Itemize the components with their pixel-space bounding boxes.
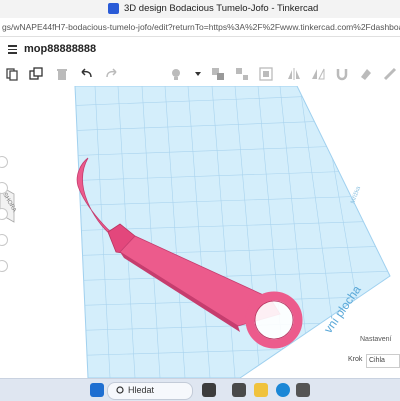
- file-explorer-icon[interactable]: [254, 383, 268, 397]
- redo-icon[interactable]: [104, 66, 120, 82]
- ruler-icon[interactable]: [382, 66, 398, 82]
- address-bar[interactable]: gs/wNAPE44fH7-bodacious-tumelo-jofo/edit…: [0, 18, 400, 37]
- browser-titlebar: 3D design Bodacious Tumelo-Jofo - Tinker…: [0, 0, 400, 18]
- ungroup-icon[interactable]: [234, 66, 250, 82]
- tinkercad-tab-icon: [108, 3, 119, 14]
- align-icon[interactable]: [258, 66, 274, 82]
- task-view-icon[interactable]: [202, 383, 216, 397]
- app-header: mop88888888: [0, 37, 400, 63]
- duplicate-icon[interactable]: [28, 66, 44, 82]
- delete-icon[interactable]: [54, 66, 70, 82]
- light-bulb-icon[interactable]: [168, 66, 184, 82]
- store-icon[interactable]: [296, 383, 310, 397]
- snap-grid-control: Krok Cihla: [320, 354, 400, 368]
- snap-grid-label: Krok: [348, 356, 363, 363]
- snap-grid-value: Cihla: [369, 357, 385, 364]
- toolbar: [0, 62, 400, 87]
- mirror-icon[interactable]: [310, 66, 326, 82]
- copy-icon[interactable]: [4, 66, 20, 82]
- dropdown-arrow-icon[interactable]: [190, 66, 206, 82]
- workplane-viewport[interactable]: vní plocha Mřížka SHORA: [0, 86, 400, 378]
- search-icon: [116, 386, 124, 394]
- address-bar-url[interactable]: gs/wNAPE44fH7-bodacious-tumelo-jofo/edit…: [2, 22, 400, 32]
- group-icon[interactable]: [210, 66, 226, 82]
- browser-tab-title[interactable]: 3D design Bodacious Tumelo-Jofo - Tinker…: [124, 3, 318, 14]
- paint-icon[interactable]: [358, 66, 374, 82]
- windows-start-icon[interactable]: [90, 383, 104, 397]
- design-name[interactable]: mop88888888: [24, 43, 96, 55]
- menu-icon[interactable]: [8, 45, 17, 54]
- snap-grid-select[interactable]: Cihla: [366, 354, 400, 368]
- magnet-icon[interactable]: [334, 66, 350, 82]
- workplane-ruler-text: Mřížka: [350, 185, 362, 205]
- taskbar-search[interactable]: Hledat: [107, 382, 193, 400]
- taskbar-search-label: Hledat: [128, 385, 155, 395]
- windows-taskbar: Hledat: [0, 378, 400, 401]
- undo-icon[interactable]: [78, 66, 94, 82]
- edge-icon[interactable]: [276, 383, 290, 397]
- widgets-icon[interactable]: [232, 383, 246, 397]
- flip-icon[interactable]: [286, 66, 302, 82]
- settings-link[interactable]: Nastavení: [360, 336, 392, 343]
